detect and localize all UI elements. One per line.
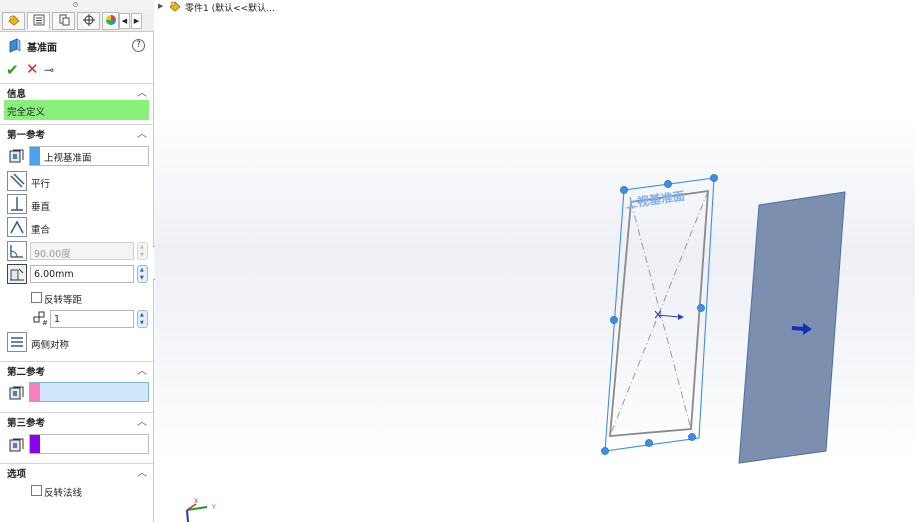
angle-spinner[interactable]: ▲ ▼ — [137, 242, 148, 260]
pushpin-icon[interactable]: ⊸ — [44, 63, 54, 77]
third-reference-title: 第三参考 — [7, 418, 46, 429]
collapse-chevron-icon[interactable]: ︿ — [137, 362, 147, 377]
angle-button[interactable] — [7, 241, 27, 261]
collapse-chevron-icon[interactable]: ︿ — [137, 413, 147, 428]
perpendicular-label: 垂直 — [31, 202, 51, 213]
perpendicular-button[interactable] — [7, 194, 27, 214]
triad-x-label: X — [194, 498, 198, 505]
corner-handle[interactable] — [710, 174, 718, 182]
parallel-button[interactable] — [7, 171, 27, 191]
info-section-header[interactable]: 信息 ︿ — [0, 83, 154, 100]
coincident-icon — [10, 220, 24, 234]
graphics-viewport[interactable]: ▶ 零件1 (默认<<默认... 上视基准面 X Y — [155, 0, 915, 522]
first-reference-color-swatch — [30, 147, 40, 165]
second-reference-section-header[interactable]: 第二参考 ︿ — [0, 361, 154, 378]
mid-plane-button[interactable] — [7, 332, 27, 352]
tab-scroll-right-button[interactable]: ▶ — [131, 13, 142, 29]
coincident-button[interactable] — [7, 217, 27, 237]
perpendicular-icon — [11, 197, 23, 211]
feature-tree-icon — [7, 15, 20, 26]
coincident-label: 重合 — [31, 225, 51, 236]
reference-entity-icon — [9, 438, 24, 452]
tab-scroll-left-button[interactable]: ◀ — [119, 13, 130, 29]
model-scene: 上视基准面 X Y — [186, 174, 846, 522]
edge-handle[interactable] — [664, 180, 672, 188]
edge-handle[interactable] — [697, 304, 705, 312]
parallel-label: 平行 — [31, 179, 51, 190]
angle-value: 90.00度 — [34, 249, 71, 260]
configuration-icon — [59, 14, 69, 26]
panel-drag-grip[interactable] — [0, 0, 154, 10]
status-message-box: 完全定义 — [4, 100, 149, 120]
edge-handle[interactable] — [645, 439, 653, 447]
edge-handle[interactable] — [610, 316, 618, 324]
first-reference-section-header[interactable]: 第一参考 ︿ — [0, 124, 154, 141]
triad-y-label: Y — [211, 504, 216, 511]
second-reference-color-swatch — [30, 383, 40, 401]
action-toolbar: ✔ ✕ ⊸ — [0, 60, 154, 82]
collapse-chevron-icon[interactable]: ︿ — [137, 125, 147, 140]
number-of-planes-value: 1 — [54, 314, 61, 325]
tab-dimxpert-manager[interactable] — [77, 12, 100, 30]
tab-display-manager[interactable] — [102, 12, 119, 30]
crosshair-icon — [82, 14, 95, 26]
tab-configuration-manager[interactable] — [52, 12, 75, 30]
first-reference-title: 第一参考 — [7, 130, 46, 141]
offset-distance-icon — [10, 268, 24, 281]
third-reference-field[interactable] — [29, 434, 149, 454]
number-of-planes-icon: # — [33, 311, 48, 326]
second-reference-field[interactable] — [29, 382, 149, 402]
number-of-planes-spinner[interactable]: ▲ ▼ — [137, 310, 148, 328]
flip-offset-label: 反转等距 — [44, 295, 83, 306]
collapse-chevron-icon[interactable]: ︿ — [137, 464, 147, 479]
corner-handle[interactable] — [620, 186, 628, 194]
mid-plane-label: 两侧对称 — [31, 340, 70, 351]
angle-icon — [10, 245, 23, 258]
status-message: 完全定义 — [7, 107, 46, 118]
third-reference-section-header[interactable]: 第三参考 ︿ — [0, 412, 154, 429]
reference-entity-icon — [9, 149, 24, 163]
preview-plane[interactable] — [738, 191, 846, 464]
offset-distance-button[interactable] — [7, 264, 27, 284]
flip-offset-checkbox[interactable] — [31, 292, 42, 303]
property-manager-panel: ◀ ▶ 基准面 ? ✔ ✕ ⊸ 信息 ︿ 完全定义 第一参考 ︿ 上视基准面 平… — [0, 0, 154, 522]
third-reference-color-swatch — [30, 435, 40, 453]
number-of-planes-input[interactable]: 1 — [50, 310, 134, 328]
flip-normal-checkbox[interactable] — [31, 485, 42, 496]
parallel-icon — [10, 173, 25, 188]
cancel-x-icon[interactable]: ✕ — [26, 62, 39, 77]
info-section-title: 信息 — [7, 89, 27, 100]
flip-normal-label: 反转法线 — [44, 488, 83, 499]
first-reference-value: 上视基准面 — [44, 153, 92, 164]
manager-tab-bar: ◀ ▶ — [0, 10, 154, 32]
property-list-icon — [33, 14, 44, 26]
svg-text:#: # — [42, 319, 48, 326]
plane-normal-arrow-icon — [654, 310, 684, 320]
reference-entity-icon — [9, 386, 24, 400]
plane-feature-icon — [9, 38, 21, 53]
feature-title: 基准面 — [27, 43, 57, 54]
angle-input[interactable]: 90.00度 — [30, 242, 134, 260]
collapse-chevron-icon[interactable]: ︿ — [137, 84, 147, 99]
options-title: 选项 — [7, 469, 27, 480]
plane-name-label: 上视基准面 — [624, 188, 686, 211]
offset-distance-spinner[interactable]: ▲ ▼ — [137, 265, 148, 283]
color-wheel-icon — [106, 15, 116, 25]
reference-triad: X Y — [186, 498, 216, 522]
corner-handle[interactable] — [688, 433, 696, 441]
offset-distance-value: 6.00mm — [34, 269, 74, 280]
grip-dot-icon — [73, 2, 78, 7]
offset-distance-input[interactable]: 6.00mm — [30, 265, 134, 283]
tab-property-manager[interactable] — [27, 12, 50, 30]
first-reference-field[interactable]: 上视基准面 — [29, 146, 149, 166]
corner-handle[interactable] — [601, 447, 609, 455]
second-reference-title: 第二参考 — [7, 367, 46, 378]
mid-plane-icon — [11, 337, 23, 347]
ok-checkmark-icon[interactable]: ✔ — [6, 63, 19, 78]
tab-feature-manager[interactable] — [2, 12, 25, 30]
options-section-header[interactable]: 选项 ︿ — [0, 463, 154, 480]
feature-title-bar: 基准面 ? — [0, 34, 154, 58]
help-icon[interactable]: ? — [132, 39, 145, 52]
